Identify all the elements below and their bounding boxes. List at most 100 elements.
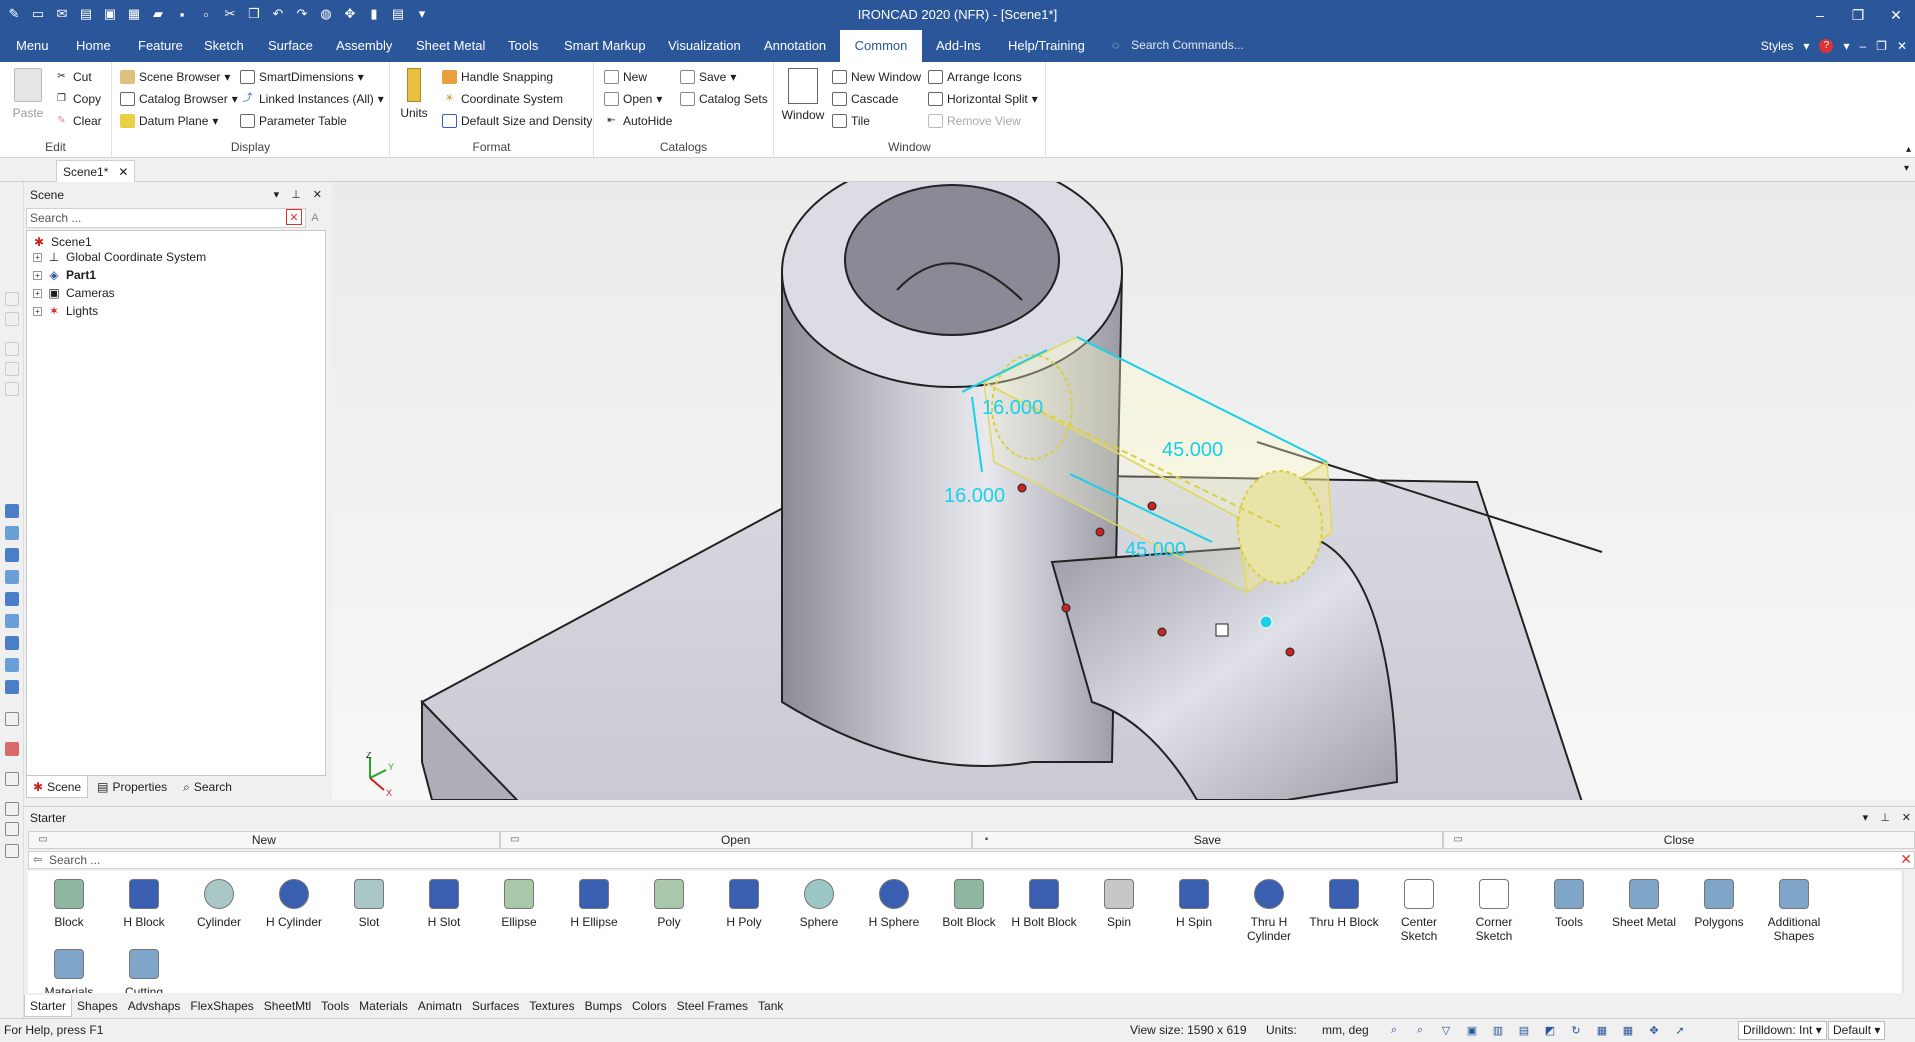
horizontal-split-button[interactable]: Horizontal Split ▾ bbox=[928, 92, 1038, 106]
tile-button[interactable]: Tile bbox=[832, 114, 870, 128]
command-search-input[interactable]: Search Commands... bbox=[1131, 38, 1244, 52]
doc-tabs-dropdown-icon[interactable]: ▾ bbox=[1904, 163, 1909, 174]
catalog-item[interactable]: H Spin bbox=[1159, 873, 1229, 929]
clear-button[interactable]: ✎ Clear bbox=[54, 114, 101, 128]
close-icon[interactable]: ✕ bbox=[118, 165, 128, 179]
tab-scene[interactable]: ✱ Scene bbox=[26, 776, 89, 798]
catalog-tab[interactable]: Materials bbox=[354, 995, 413, 1017]
catalog-open-button[interactable]: Open ▾ bbox=[604, 92, 662, 106]
tab-help-training[interactable]: Help/Training bbox=[1000, 30, 1093, 62]
select-icon[interactable]: ➚ bbox=[1672, 1022, 1688, 1038]
view-icon[interactable] bbox=[5, 614, 19, 628]
sizebox-handle[interactable] bbox=[1215, 623, 1229, 637]
pin-icon[interactable]: ⊥ bbox=[291, 184, 301, 206]
catalog-item[interactable]: Slot bbox=[334, 873, 404, 929]
catalog-item[interactable]: H Block bbox=[109, 873, 179, 929]
catalog-tab[interactable]: Shapes bbox=[72, 995, 123, 1017]
expand-icon[interactable]: + bbox=[33, 270, 42, 280]
dimension-label[interactable]: 45.000 bbox=[1125, 539, 1186, 561]
chevron-down-icon[interactable]: ▾ bbox=[1863, 807, 1869, 829]
size-handle[interactable] bbox=[1285, 647, 1295, 657]
ribbon-collapse-icon[interactable]: ▴ bbox=[1906, 144, 1911, 155]
paste-button[interactable]: Paste bbox=[8, 68, 48, 120]
back-arrow-icon[interactable]: ⇦ bbox=[33, 852, 42, 868]
cascade-button[interactable]: Cascade bbox=[832, 92, 898, 106]
tab-visualization[interactable]: Visualization bbox=[660, 30, 749, 62]
camera-icon[interactable]: ▤ bbox=[1516, 1022, 1532, 1038]
tool-icon[interactable] bbox=[5, 312, 19, 326]
search-options-icon[interactable]: A bbox=[306, 209, 324, 227]
dimension-label[interactable]: 16.000 bbox=[944, 485, 1005, 507]
view-style-icon[interactable]: ▣ bbox=[1464, 1022, 1480, 1038]
catalog-open-button[interactable]: ▭ Open bbox=[499, 831, 972, 849]
coordinate-system-button[interactable]: ✳ Coordinate System bbox=[442, 92, 563, 106]
chevron-down-icon[interactable]: ▾ bbox=[274, 184, 280, 206]
section-icon[interactable] bbox=[5, 742, 19, 756]
catalog-tab[interactable]: Textures bbox=[524, 995, 579, 1017]
triball-handle[interactable] bbox=[1259, 615, 1273, 629]
orbit-icon[interactable] bbox=[5, 802, 19, 816]
catalog-tab[interactable]: Advshaps bbox=[123, 995, 186, 1017]
expand-icon[interactable]: + bbox=[33, 252, 42, 262]
close-doc-icon[interactable]: ✕ bbox=[1897, 39, 1907, 53]
minimize-ribbon-icon[interactable]: – bbox=[1859, 39, 1866, 53]
tree-node-global-coordinate-system[interactable]: + ⊥ Global Coordinate System bbox=[33, 248, 206, 266]
catalog-item[interactable]: H Poly bbox=[709, 873, 779, 929]
close-icon[interactable]: ✕ bbox=[1902, 807, 1911, 829]
pan-icon[interactable]: ✥ bbox=[1646, 1022, 1662, 1038]
doc-tab-scene1[interactable]: Scene1* ✕ bbox=[56, 160, 136, 182]
tree-node-cameras[interactable]: + ▣ Cameras bbox=[33, 284, 115, 302]
tab-add-ins[interactable]: Add-Ins bbox=[928, 30, 989, 62]
catalog-tab[interactable]: Animatn bbox=[413, 995, 467, 1017]
catalog-item[interactable]: Polygons bbox=[1684, 873, 1754, 929]
catalog-item[interactable]: Block bbox=[34, 873, 104, 929]
catalog-save-button[interactable]: ▪ Save bbox=[971, 831, 1444, 849]
chevron-down-icon[interactable]: ▾ bbox=[1803, 39, 1809, 53]
catalog-new-button[interactable]: New bbox=[604, 70, 647, 84]
tree-node-part1[interactable]: + ◈ Part1 bbox=[33, 266, 96, 284]
size-handle[interactable] bbox=[1095, 527, 1105, 537]
catalog-item[interactable]: Cutting bbox=[109, 943, 179, 993]
catalog-tab[interactable]: Tools bbox=[316, 995, 354, 1017]
close-icon[interactable]: ✕ bbox=[1877, 0, 1915, 30]
section-icon[interactable]: ◩ bbox=[1542, 1022, 1558, 1038]
annotate-icon[interactable] bbox=[5, 772, 19, 786]
clear-search-icon[interactable]: ✕ bbox=[1900, 851, 1912, 867]
cut-button[interactable]: ✂ Cut bbox=[54, 70, 91, 84]
cylinder-hole[interactable] bbox=[844, 184, 1060, 336]
smart-dimensions-button[interactable]: SmartDimensions ▾ bbox=[240, 70, 364, 84]
expand-icon[interactable]: + bbox=[33, 288, 42, 298]
orbit-icon[interactable]: ↻ bbox=[1568, 1022, 1584, 1038]
catalog-item[interactable]: Cylinder bbox=[184, 873, 254, 929]
units-value[interactable]: mm, deg bbox=[1322, 1023, 1369, 1037]
catalog-item[interactable]: Bolt Block bbox=[934, 873, 1004, 929]
zoom-icon[interactable]: ⌕ bbox=[1386, 1022, 1402, 1038]
catalog-new-button[interactable]: ▭ New bbox=[28, 831, 500, 849]
catalog-tab[interactable]: Bumps bbox=[580, 995, 627, 1017]
scene-browser-button[interactable]: Scene Browser ▾ bbox=[120, 70, 230, 84]
autohide-button[interactable]: ⇤ AutoHide bbox=[604, 114, 672, 128]
tab-sheet-metal[interactable]: Sheet Metal bbox=[408, 30, 493, 62]
scene-search-input[interactable]: Search ... bbox=[26, 208, 306, 228]
tool-icon[interactable] bbox=[5, 382, 19, 396]
tool-icon[interactable] bbox=[5, 342, 19, 356]
tab-smart-markup[interactable]: Smart Markup bbox=[556, 30, 654, 62]
catalog-item[interactable]: Sheet Metal bbox=[1609, 873, 1679, 929]
catalog-item[interactable]: Additional Shapes bbox=[1759, 873, 1829, 943]
tab-assembly[interactable]: Assembly bbox=[328, 30, 400, 62]
view-icon[interactable] bbox=[5, 526, 19, 540]
size-handle[interactable] bbox=[1061, 603, 1071, 613]
tab-home[interactable]: Home bbox=[68, 30, 119, 62]
view-icon[interactable] bbox=[5, 570, 19, 584]
new-window-button[interactable]: New Window bbox=[832, 70, 921, 84]
catalog-tab[interactable]: Surfaces bbox=[467, 995, 524, 1017]
expand-icon[interactable]: + bbox=[33, 306, 42, 316]
tab-sketch[interactable]: Sketch bbox=[196, 30, 252, 62]
close-icon[interactable]: ✕ bbox=[313, 184, 322, 206]
size-handle[interactable] bbox=[1017, 483, 1027, 493]
restore-icon[interactable]: ❐ bbox=[1839, 0, 1877, 30]
tab-properties[interactable]: ▤ Properties bbox=[90, 776, 174, 798]
restore-ribbon-icon[interactable]: ❐ bbox=[1876, 39, 1887, 53]
view-icon[interactable] bbox=[5, 658, 19, 672]
view-icon[interactable] bbox=[5, 592, 19, 606]
